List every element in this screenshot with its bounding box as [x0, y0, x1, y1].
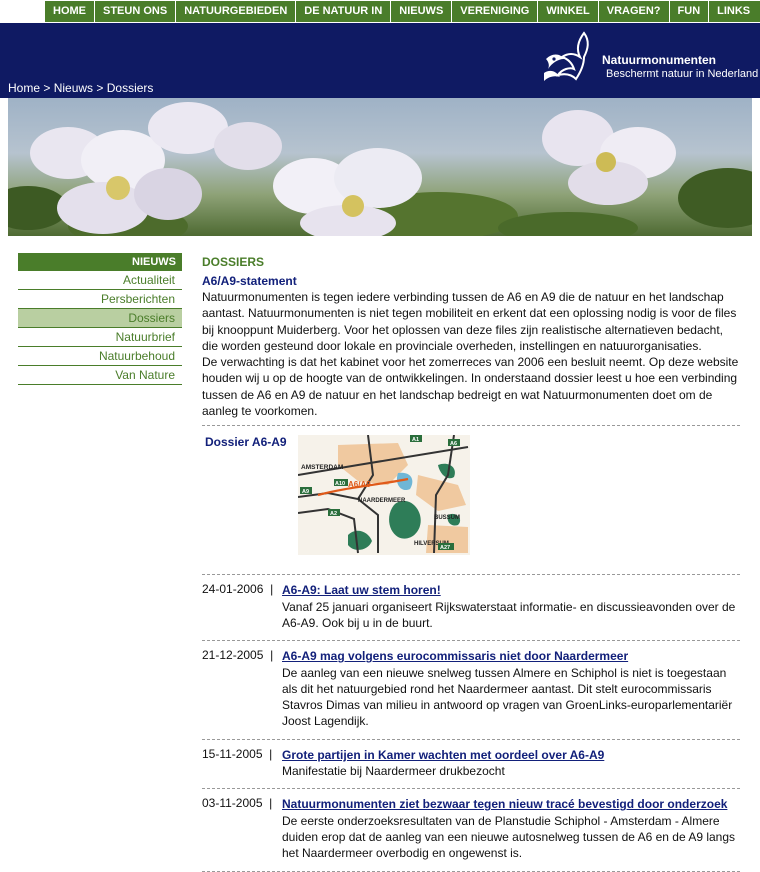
sidebar-heading[interactable]: NIEUWS [18, 253, 182, 271]
logo-subtitle: Beschermt natuur in Nederland [606, 68, 759, 80]
divider [202, 870, 740, 872]
news-date-text: 21-12-2005 [202, 648, 264, 663]
nav-home[interactable]: HOME [45, 1, 95, 22]
news-title-link[interactable]: A6-A9 mag volgens eurocommissaris niet d… [282, 648, 740, 664]
news-title-link[interactable]: Natuurmonumenten ziet bezwaar tegen nieu… [282, 796, 740, 812]
news-body: A6-A9 mag volgens eurocommissaris niet d… [282, 648, 740, 729]
breadcrumb-home[interactable]: Home [8, 81, 40, 95]
rose-flower [148, 102, 282, 170]
nav-nieuws[interactable]: NIEUWS [391, 1, 453, 22]
rose-flower [542, 110, 676, 205]
road-label-a2: A2 [330, 511, 337, 517]
article-title: A6/A9-statement [202, 274, 297, 288]
site-logo[interactable]: Natuurmonumenten Beschermt natuur in Ned… [540, 29, 759, 89]
news-item: 21-12-2005 | A6-A9 mag volgens eurocommi… [202, 641, 740, 732]
news-date: 03-11-2005 | [202, 796, 282, 861]
sidebar-item-natuurbrief[interactable]: Natuurbrief [18, 328, 182, 347]
news-summary: De eerste onderzoeksresultaten van de Pl… [282, 813, 736, 861]
news-title-link[interactable]: A6-A9: Laat uw stem horen! [282, 582, 740, 598]
nav-de-natuur-in[interactable]: DE NATUUR IN [296, 1, 392, 22]
nav-vereniging[interactable]: VERENIGING [452, 1, 539, 22]
sidebar-item-natuurbehoud[interactable]: Natuurbehoud [18, 347, 182, 366]
nav-winkel[interactable]: WINKEL [538, 1, 599, 22]
news-summary: Manifestatie bij Naardermeer drukbezocht [282, 764, 505, 779]
news-date: 21-12-2005 | [202, 648, 282, 729]
sidebar-item-actualiteit[interactable]: Actualiteit [18, 271, 182, 290]
road-label-a27: A27 [440, 545, 450, 551]
news-date-text: 15-11-2005 [202, 746, 263, 761]
nav-vragen[interactable]: VRAGEN? [599, 1, 670, 22]
breadcrumb: Home > Nieuws > Dossiers [8, 81, 153, 95]
news-body: Natuurmonumenten ziet bezwaar tegen nieu… [282, 796, 740, 861]
sidebar-menu: NIEUWS Actualiteit Persberichten Dossier… [18, 253, 182, 385]
top-navigation: HOME STEUN ONS NATUURGEBIEDEN DE NATUUR … [0, 0, 760, 23]
road-label-a6: A6 [450, 441, 457, 447]
map-label-amsterdam: AMSTERDAM [301, 464, 343, 471]
news-item: 24-01-2006 | A6-A9: Laat uw stem horen! … [202, 575, 740, 634]
header-banner-image [8, 98, 752, 236]
news-title-link[interactable]: Grote partijen in Kamer wachten met oord… [282, 747, 740, 763]
road-label-a1: A1 [412, 437, 419, 443]
breadcrumb-news[interactable]: Nieuws [54, 81, 93, 95]
breadcrumb-current: Dossiers [106, 81, 154, 95]
section-title: DOSSIERS [202, 255, 265, 269]
breadcrumb-separator: > [93, 81, 107, 95]
news-separator: | [270, 582, 274, 597]
nav-steun-ons[interactable]: STEUN ONS [95, 1, 177, 22]
bird-logo-icon [544, 31, 589, 81]
nav-natuurgebieden[interactable]: NATUURGEBIEDEN [176, 1, 297, 22]
article-paragraph: Natuurmonumenten is tegen iedere verbind… [202, 290, 737, 353]
news-date-text: 24-01-2006 [202, 582, 264, 597]
article-paragraph: De verwachting is dat het kabinet voor h… [202, 355, 739, 419]
nav-links[interactable]: LINKS [709, 1, 758, 22]
news-body: Grote partijen in Kamer wachten met oord… [282, 747, 740, 780]
road-label-a10: A10 [335, 481, 345, 487]
sidebar-item-persberichten[interactable]: Persberichten [18, 290, 182, 309]
nav-fun[interactable]: FUN [670, 1, 710, 22]
news-date: 15-11-2005 | [202, 747, 282, 780]
news-body: A6-A9: Laat uw stem horen! Vanaf 25 janu… [282, 582, 740, 631]
dossier-block: Dossier A6-A9 AMSTERDAM A6/A9 NAARDERMEE… [202, 426, 740, 568]
logo-title: Natuurmonumenten [602, 53, 716, 67]
news-summary: De aanleg van een nieuwe snelweg tussen … [282, 665, 733, 729]
wild-rose-flowers-image [8, 102, 752, 236]
news-item: 03-11-2005 | Natuurmonumenten ziet bezwa… [202, 789, 740, 864]
map-label-route: A6/A9 [348, 480, 371, 489]
dossier-link[interactable]: Dossier A6-A9 [205, 435, 287, 449]
main-content: DOSSIERS A6/A9-statement Natuurmonumente… [202, 253, 740, 872]
news-date-text: 03-11-2005 [202, 796, 263, 811]
news-separator: | [269, 746, 273, 761]
news-separator: | [270, 648, 274, 663]
sidebar-item-dossiers[interactable]: Dossiers [18, 309, 182, 328]
site-header: Home > Nieuws > Dossiers Natuurmonumente… [0, 23, 760, 98]
map-label-naardermeer: NAARDERMEER [358, 498, 406, 504]
news-summary: Vanaf 25 januari organiseert Rijkswaters… [282, 599, 736, 630]
map-label-bussum: BUSSUM [434, 515, 460, 521]
a6-a9-map-image[interactable]: AMSTERDAM A6/A9 NAARDERMEER BUSSUM HILVE… [298, 435, 470, 556]
sidebar-item-van-nature[interactable]: Van Nature [18, 366, 182, 385]
news-separator: | [269, 796, 273, 811]
road-label-a9: A9 [302, 489, 309, 495]
breadcrumb-separator: > [40, 81, 54, 95]
news-item: 15-11-2005 | Grote partijen in Kamer wac… [202, 740, 740, 783]
top-nav-bar: HOME STEUN ONS NATUURGEBIEDEN DE NATUUR … [45, 1, 760, 22]
news-date: 24-01-2006 | [202, 582, 282, 631]
